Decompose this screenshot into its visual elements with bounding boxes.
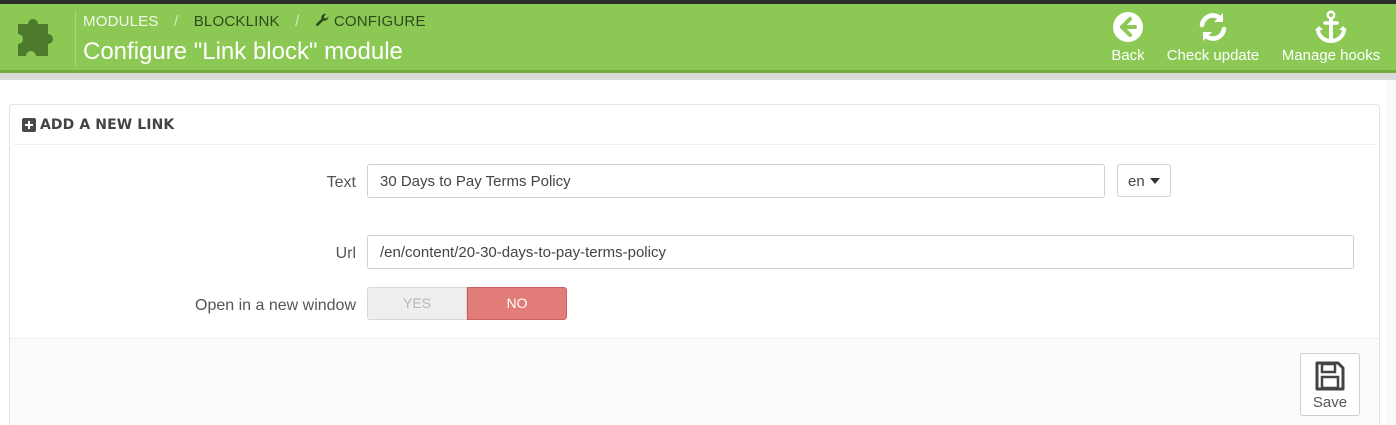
url-label: Url xyxy=(335,245,356,262)
vertical-scrollbar[interactable] xyxy=(1385,80,1396,425)
arrow-left-circle-icon xyxy=(1113,12,1143,42)
back-button[interactable]: Back xyxy=(1107,10,1149,64)
breadcrumb-separator: / xyxy=(295,13,300,30)
save-label: Save xyxy=(1312,394,1348,411)
new-window-label: Open in a new window xyxy=(195,297,356,314)
link-url-input[interactable] xyxy=(367,235,1354,269)
link-text-input[interactable] xyxy=(367,164,1105,198)
header-bottom-bar xyxy=(0,70,1396,80)
check-update-label: Check update xyxy=(1166,47,1260,64)
language-value: en xyxy=(1128,173,1145,190)
language-dropdown[interactable]: en xyxy=(1117,164,1171,197)
wrench-icon xyxy=(315,13,329,27)
text-label: Text xyxy=(326,174,356,191)
breadcrumb-blocklink[interactable]: BLOCKLINK xyxy=(194,13,280,30)
breadcrumb-separator: / xyxy=(173,13,179,30)
manage-hooks-label: Manage hooks xyxy=(1281,47,1381,64)
panel-footer: Save xyxy=(10,338,1379,425)
floppy-disk-icon xyxy=(1315,361,1345,391)
save-button[interactable]: Save xyxy=(1300,353,1360,416)
refresh-icon xyxy=(1199,13,1227,41)
switch-yes-option[interactable]: YES xyxy=(367,287,467,320)
add-link-panel: ADD A NEW LINK Text en Url Open in a new… xyxy=(9,104,1380,425)
panel-heading-text: ADD A NEW LINK xyxy=(40,117,175,133)
page-title: Configure "Link block" module xyxy=(83,38,403,65)
breadcrumb-configure: CONFIGURE xyxy=(333,13,426,30)
plus-square-icon xyxy=(22,118,36,132)
manage-hooks-button[interactable]: Manage hooks xyxy=(1276,10,1386,64)
caret-down-icon xyxy=(1150,178,1160,184)
panel-heading: ADD A NEW LINK xyxy=(14,105,1376,145)
check-update-button[interactable]: Check update xyxy=(1162,10,1264,64)
page-header: MODULES / BLOCKLINK / CONFIGURE Configur… xyxy=(0,4,1396,70)
switch-no-option[interactable]: NO xyxy=(467,287,567,320)
new-window-switch[interactable]: YES NO xyxy=(367,287,567,320)
header-divider xyxy=(75,10,76,66)
puzzle-piece-icon xyxy=(18,19,53,56)
back-label: Back xyxy=(1111,47,1145,64)
breadcrumb-modules[interactable]: MODULES xyxy=(83,13,159,30)
breadcrumb: MODULES / BLOCKLINK / CONFIGURE xyxy=(83,13,426,30)
anchor-icon xyxy=(1315,10,1347,43)
